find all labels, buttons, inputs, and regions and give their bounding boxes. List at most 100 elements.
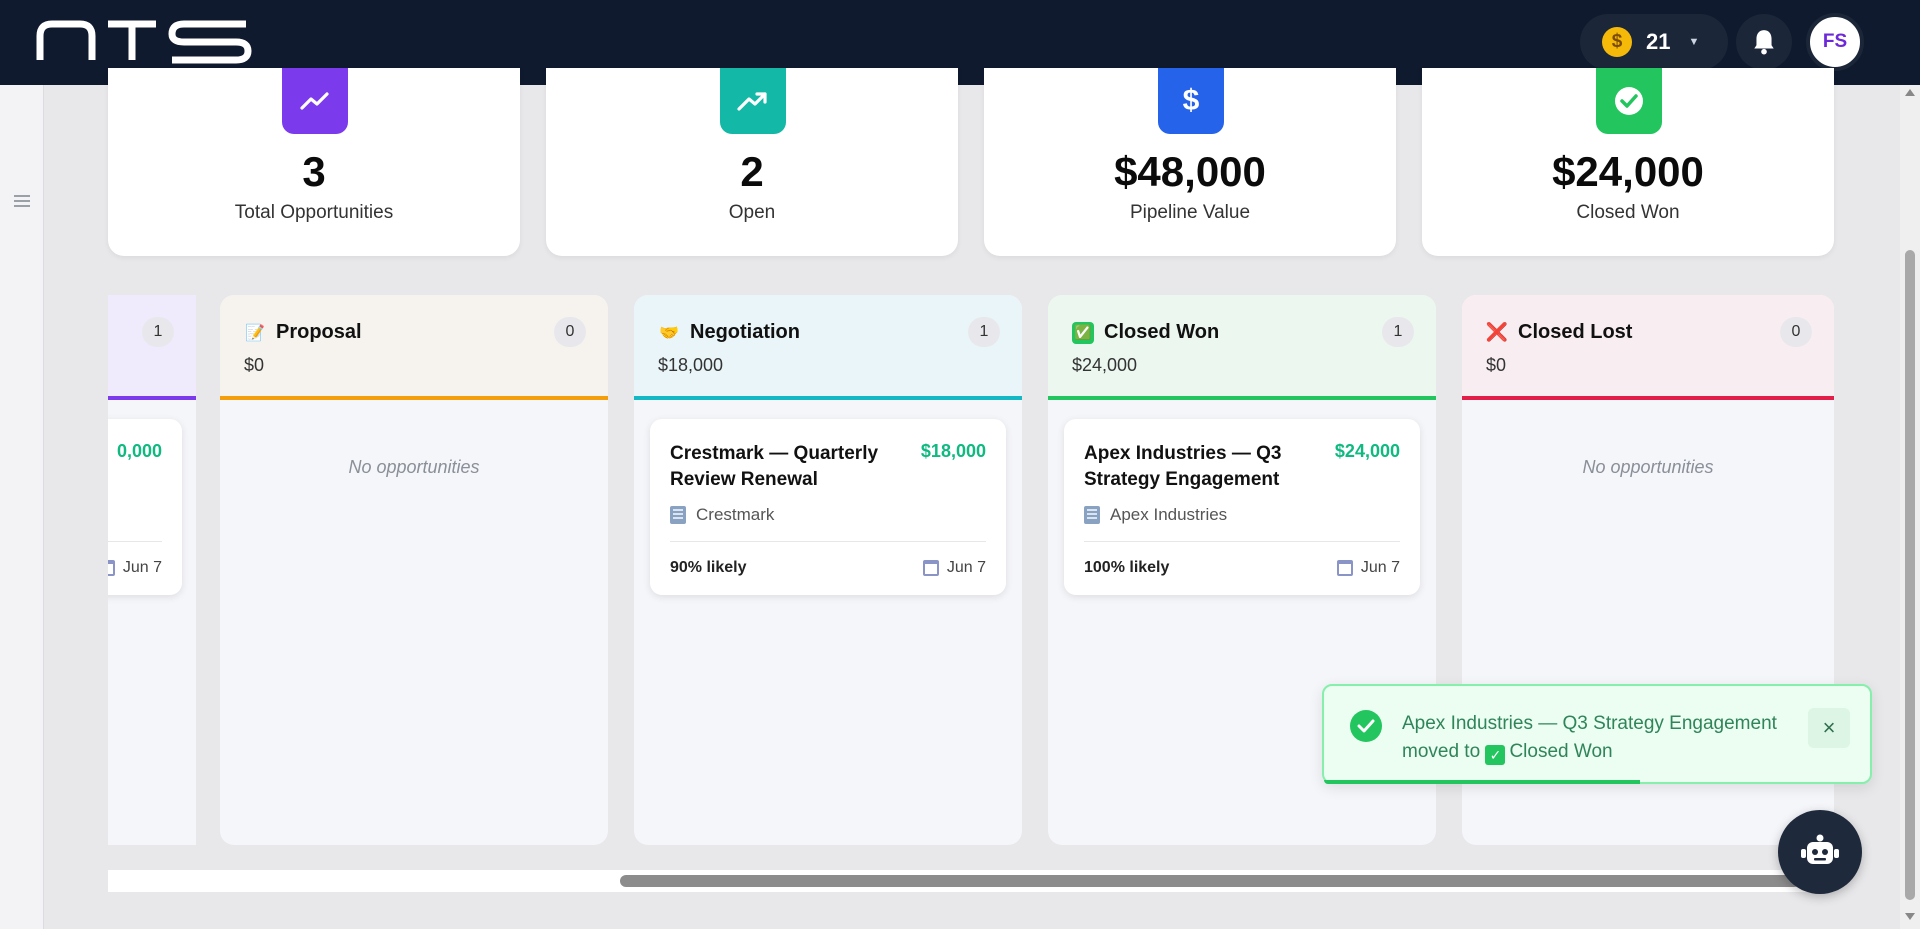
column-header [108, 295, 196, 399]
scrollbar-thumb[interactable] [620, 875, 1800, 887]
column-header [220, 295, 608, 399]
robot-icon [1801, 834, 1839, 864]
opportunity-title: Apex Industries — Q3 Strategy Engagement [1084, 443, 1282, 490]
column-count-badge: 1 [142, 317, 174, 347]
column-name: Negotiation [690, 321, 800, 343]
stat-label: Total Opportunities [234, 202, 394, 223]
sidebar-rail [0, 85, 44, 929]
column-count-badge: 1 [1382, 317, 1414, 347]
column-total: $18,000 [658, 355, 724, 375]
stat-label: Open [728, 202, 776, 223]
memo-icon: 📝 [245, 324, 265, 342]
column-header [1048, 295, 1436, 399]
menu-icon[interactable] [14, 195, 30, 207]
user-avatar[interactable]: FS [1806, 13, 1864, 71]
opportunity-title: Crestmark — Quarterly Review Renewal [670, 443, 879, 490]
pipeline-column-proposal: 📝 Proposal $0 0 No opportunities [220, 295, 608, 845]
opportunity-company: Crestmark [670, 505, 774, 525]
opportunity-card[interactable]: Apex Industries — Q3 Strategy Engagement… [1064, 419, 1420, 595]
column-title: ❌ Closed Lost [1485, 321, 1633, 344]
column-header [1462, 295, 1834, 399]
card-divider [108, 541, 162, 542]
check-mark-icon: ✅ [1072, 321, 1094, 344]
column-name: Proposal [276, 321, 362, 343]
empty-state: No opportunities [1582, 457, 1714, 477]
opportunity-date: Jun 7 [922, 559, 986, 577]
column-accent-bar [220, 396, 608, 400]
column-total: $0 [1486, 355, 1507, 375]
close-button[interactable]: × [1808, 708, 1850, 748]
column-header [634, 295, 1022, 399]
column-accent-bar [1048, 396, 1436, 400]
calendar-icon [1336, 560, 1353, 576]
credits-count: 21 [1646, 29, 1671, 54]
opportunity-date: Jun 7 [1336, 559, 1400, 577]
stat-card-total-opportunities: 3 Total Opportunities [108, 68, 520, 256]
pipeline-column-negotiation: 🤝 Negotiation $18,000 1 Crestmark — Quar… [634, 295, 1022, 845]
opportunity-amount: $24,000 [1334, 441, 1400, 461]
toast-message: Apex Industries — Q3 Strategy Engagement… [1402, 710, 1792, 766]
opportunity-date: Jun 7 [108, 559, 162, 577]
stat-value: $24,000 [1552, 148, 1704, 195]
company-name: Crestmark [696, 505, 775, 524]
credits-dropdown[interactable]: $ 21 ▼ [1580, 14, 1728, 70]
bell-icon [1754, 30, 1774, 55]
empty-state: No opportunities [348, 457, 480, 477]
stat-value: 3 [302, 148, 326, 195]
company-name: Apex Industries [1110, 505, 1228, 524]
check-circle-icon [1350, 710, 1382, 742]
stat-card-open: 2 Open [546, 68, 958, 256]
opportunity-amount: $18,000 [920, 441, 986, 461]
chatbot-button[interactable] [1778, 810, 1862, 894]
building-icon [670, 506, 686, 524]
page-vertical-scrollbar[interactable] [1900, 85, 1920, 929]
opportunity-card[interactable]: 0,000 Jun 7 [108, 419, 182, 595]
column-accent-bar [1462, 396, 1834, 400]
dollar-icon: $ [1158, 68, 1224, 134]
card-divider [670, 541, 986, 542]
pipeline-column-partial: 1 0,000 Jun 7 [108, 295, 196, 845]
opportunity-amount: 0,000 [116, 441, 162, 461]
stat-card-closed-won: $24,000 Closed Won [1422, 68, 1834, 256]
column-count-badge: 0 [1780, 317, 1812, 347]
notifications-button[interactable] [1736, 14, 1792, 70]
date-text: Jun 7 [946, 559, 986, 576]
scroll-down-arrow-icon[interactable] [1905, 913, 1915, 920]
column-accent-bar [634, 396, 1022, 400]
column-title: 🤝 Negotiation [658, 321, 800, 344]
check-circle-icon [1596, 68, 1662, 134]
column-total: $24,000 [1072, 355, 1138, 375]
card-divider [1084, 541, 1400, 542]
board-horizontal-scrollbar[interactable] [108, 870, 1834, 892]
column-count-badge: 1 [968, 317, 1000, 347]
date-text: Jun 7 [122, 559, 162, 576]
stat-value: $48,000 [1114, 148, 1266, 195]
opportunity-company: Apex Industries [1084, 505, 1227, 525]
column-name: Closed Lost [1518, 321, 1633, 343]
coin-icon: $ [1602, 27, 1632, 57]
column-title: ✅ Closed Won [1072, 321, 1219, 344]
column-accent-bar [108, 396, 196, 400]
scrollbar-thumb[interactable] [1905, 250, 1915, 900]
check-mark-icon: ✓ [1485, 745, 1506, 765]
opportunity-card[interactable]: Crestmark — Quarterly Review Renewal $18… [650, 419, 1006, 595]
stat-label: Pipeline Value [1129, 202, 1251, 223]
column-total: $0 [244, 355, 265, 375]
stat-label: Closed Won [1576, 202, 1680, 223]
cross-mark-icon: ❌ [1485, 322, 1509, 342]
building-icon [1084, 506, 1100, 524]
success-toast: Apex Industries — Q3 Strategy Engagement… [1322, 684, 1872, 784]
trending-up-icon [720, 68, 786, 134]
chevron-down-icon: ▼ [1688, 36, 1700, 48]
handshake-icon: 🤝 [659, 324, 679, 342]
scroll-up-arrow-icon[interactable] [1905, 89, 1915, 96]
opportunity-probability: 100% likely [1084, 559, 1170, 576]
column-title: 📝 Proposal [244, 321, 362, 344]
opportunity-probability: 90% likely [670, 559, 747, 576]
trending-up-icon [282, 68, 348, 134]
stat-value: 2 [740, 148, 764, 195]
nts-logo[interactable] [36, 20, 252, 64]
toast-progress-bar [1324, 780, 1640, 784]
column-count-badge: 0 [554, 317, 586, 347]
column-name: Closed Won [1104, 321, 1220, 343]
